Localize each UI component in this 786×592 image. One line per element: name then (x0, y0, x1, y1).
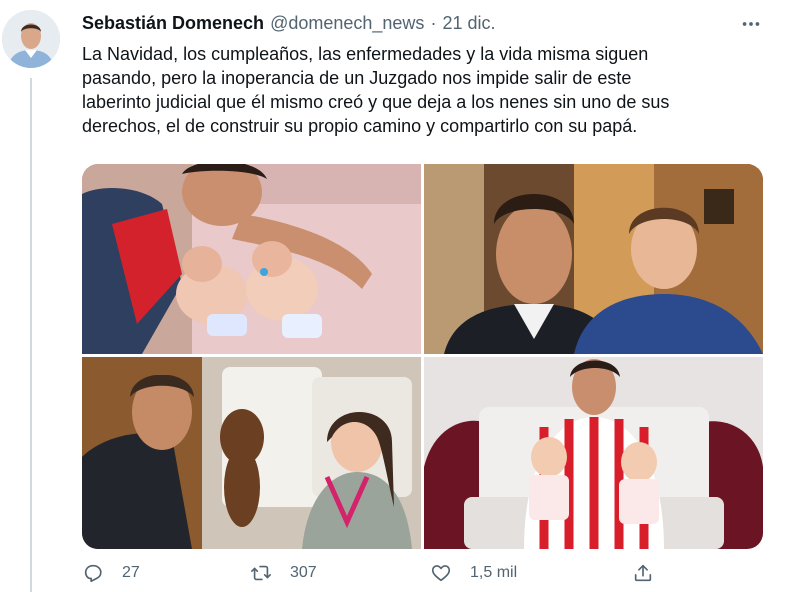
tweet-text-line: pasando, pero la inoperancia de un Juzga… (82, 68, 632, 88)
photo-father-with-son-icon (424, 164, 763, 354)
photo-father-with-daughter-icon (82, 357, 421, 549)
tweet-date[interactable]: 21 dic. (442, 13, 495, 34)
photo-3[interactable] (82, 357, 421, 549)
tweet-actions: 27 307 1,5 mil (82, 562, 682, 592)
like-icon (431, 565, 451, 582)
retweet-icon (251, 565, 271, 581)
tweet-text-line: derechos, el de construir su propio cami… (82, 116, 638, 136)
reply-count: 27 (122, 564, 140, 581)
retweet-count: 307 (290, 564, 317, 581)
reply-icon (84, 564, 102, 583)
display-name[interactable]: Sebastián Domenech (82, 13, 264, 34)
like-count: 1,5 mil (470, 564, 518, 581)
tweet-header: Sebastián Domenech @domenech_news · 21 d… (82, 11, 495, 35)
tweet-text: La Navidad, los cumpleaños, las enfermed… (82, 42, 772, 138)
more-options-button[interactable] (737, 12, 765, 36)
tweet-text-line: laberinto judicial que él mismo creó y q… (82, 92, 670, 112)
photo-1[interactable] (82, 164, 421, 354)
avatar-image (2, 10, 60, 68)
photo-father-with-twins-on-sofa-icon (424, 357, 763, 549)
photo-4[interactable] (424, 357, 763, 549)
avatar[interactable] (2, 10, 60, 68)
photo-2[interactable] (424, 164, 763, 354)
thread-line (30, 78, 32, 592)
media-grid (82, 164, 763, 549)
like-button[interactable]: 1,5 mil (430, 562, 517, 584)
user-handle[interactable]: @domenech_news (270, 13, 424, 34)
reply-button[interactable]: 27 (82, 562, 140, 584)
tweet-text-line: La Navidad, los cumpleaños, las enfermed… (82, 44, 649, 64)
share-button[interactable] (632, 562, 672, 584)
share-icon (634, 564, 652, 582)
retweet-button[interactable]: 307 (250, 562, 317, 584)
more-icon (742, 22, 760, 26)
separator-dot: · (430, 12, 437, 33)
photo-father-with-twin-babies-icon (82, 164, 421, 354)
